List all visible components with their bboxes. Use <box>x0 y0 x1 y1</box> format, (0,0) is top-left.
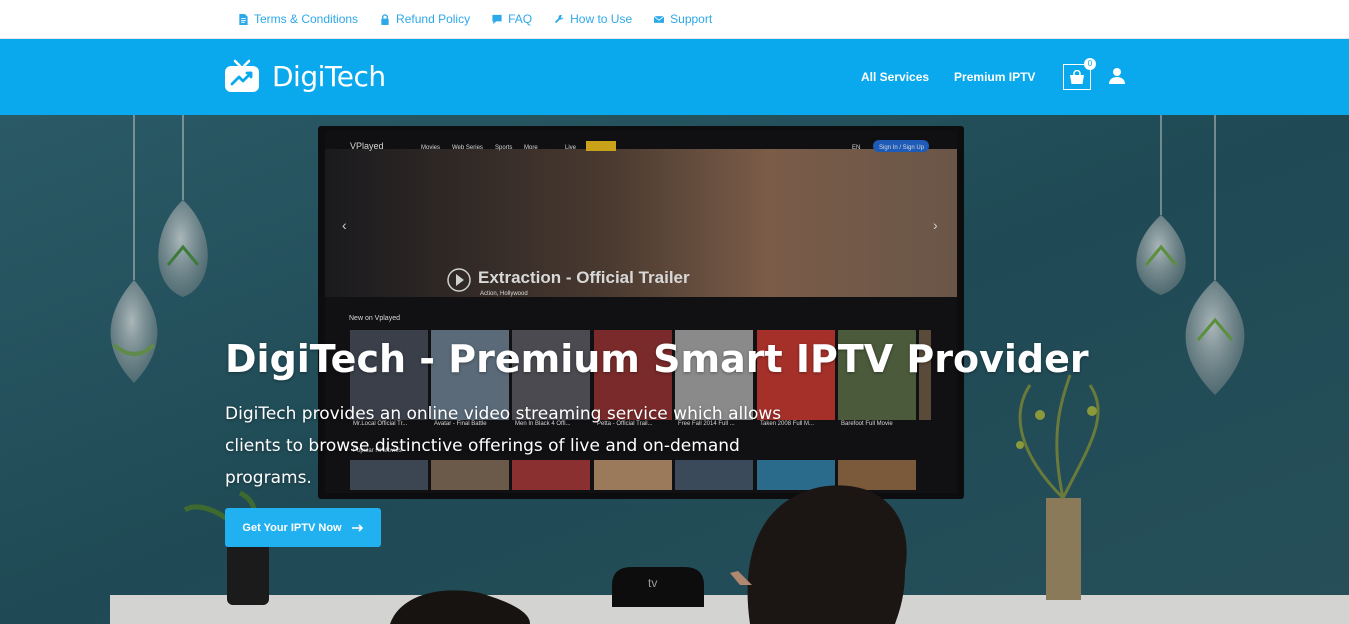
refund-policy-link[interactable]: Refund Policy <box>380 12 470 26</box>
brand-logo[interactable]: DigiTech <box>224 58 386 94</box>
main-nav: DigiTech All Services Premium IPTV 0 <box>0 39 1349 115</box>
user-account-button[interactable] <box>1108 67 1126 90</box>
top-links: Terms & Conditions Refund Policy FAQ How… <box>238 0 712 38</box>
tv-prev-arrow: ‹ <box>342 217 347 233</box>
tv-signin-text: Sign In / Sign Up <box>879 145 925 151</box>
terms-label: Terms & Conditions <box>254 12 359 26</box>
wrench-icon <box>554 14 564 23</box>
brand-name: DigiTech <box>272 59 386 93</box>
support-label: Support <box>670 12 713 26</box>
tv-lang: EN <box>852 145 860 151</box>
tv-menu-sports: Sports <box>495 145 512 151</box>
tv-brand-text: VPlayed <box>350 141 384 151</box>
tv-menu-movies: Movies <box>421 145 440 151</box>
tv-featured-genre: Action, Hollywood <box>480 291 528 297</box>
tv-next-arrow: › <box>933 217 938 233</box>
how-to-use-label: How to Use <box>570 12 633 26</box>
nav-links: All Services Premium IPTV <box>861 39 1035 115</box>
support-link[interactable]: Support <box>654 12 712 26</box>
tv-menu-web-series: Web Series <box>452 145 483 151</box>
cart-count-badge: 0 <box>1084 58 1096 70</box>
tv-featured-title: Extraction - Official Trailer <box>478 268 690 287</box>
svg-text:tv: tv <box>648 576 657 590</box>
terms-link[interactable]: Terms & Conditions <box>238 12 358 26</box>
hero-title: DigiTech - Premium Smart IPTV Provider <box>225 337 1089 381</box>
envelope-icon <box>654 15 665 23</box>
how-to-use-link[interactable]: How to Use <box>554 12 632 26</box>
tv-card-7: Barefoot Full Movie <box>841 421 893 427</box>
nav-premium-iptv[interactable]: Premium IPTV <box>954 70 1035 84</box>
tv-row-title: New on Vplayed <box>349 315 400 322</box>
chat-icon <box>492 14 502 24</box>
refund-policy-label: Refund Policy <box>396 12 471 26</box>
faq-link[interactable]: FAQ <box>492 12 532 26</box>
nav-all-services[interactable]: All Services <box>861 70 929 84</box>
lock-icon <box>381 13 389 25</box>
user-icon <box>1109 68 1125 84</box>
get-iptv-button[interactable]: Get Your IPTV Now <box>225 508 381 547</box>
tv-menu-more: More <box>524 145 538 151</box>
hero-section: VPlayed Movies Web Series Sports More Li… <box>0 115 1349 624</box>
faq-label: FAQ <box>508 12 533 26</box>
tv-menu-live: Live <box>565 145 577 151</box>
shopping-bag-icon <box>1070 70 1084 84</box>
arrow-right-icon <box>351 523 363 532</box>
document-icon <box>239 13 248 25</box>
tv-logo-icon <box>225 59 259 92</box>
tv-premium-badge <box>586 141 616 151</box>
hero-description: DigiTech provides an online video stream… <box>225 404 782 488</box>
top-bar: Terms & Conditions Refund Policy FAQ How… <box>0 0 1349 39</box>
cta-label: Get Your IPTV Now <box>242 521 342 534</box>
cart-button[interactable]: 0 <box>1063 58 1096 90</box>
